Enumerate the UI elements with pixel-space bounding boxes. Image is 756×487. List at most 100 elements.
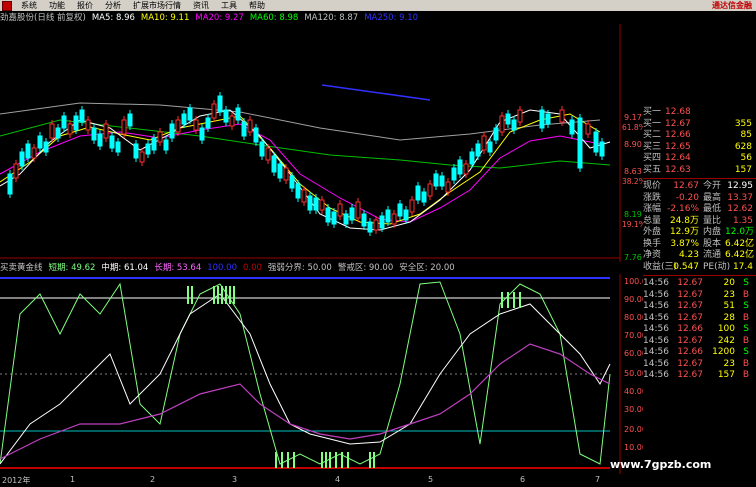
candle-body	[199, 127, 205, 141]
tick-time: 14:56	[643, 278, 669, 288]
candle-body	[585, 123, 591, 135]
candle-body	[493, 127, 499, 141]
tick-volume: 157	[717, 370, 735, 380]
quote-value2: 12.0万	[725, 227, 755, 237]
x-axis: 2012年 1 2 3 4 5 6 7	[0, 474, 620, 487]
x-tick: 2012年	[2, 476, 31, 485]
quote-key2: 内盘	[703, 227, 722, 237]
candle-body	[505, 113, 511, 125]
candle-body	[367, 221, 373, 233]
ma250-line	[321, 84, 431, 101]
menu-help[interactable]: 帮助	[243, 0, 271, 11]
price-tick: 8.90	[624, 140, 642, 149]
tick-row: 14:56 12.67 51 S	[643, 301, 756, 313]
app-icon[interactable]	[2, 0, 12, 11]
safe-zone-label: 安全区: 20.00	[399, 263, 455, 273]
candle-body	[397, 203, 403, 217]
candle-body	[403, 209, 409, 221]
tick-price: 12.67	[677, 312, 703, 323]
candle-body	[385, 209, 391, 223]
candle-body	[97, 133, 103, 147]
menu-function[interactable]: 功能	[43, 0, 71, 11]
price-tick: 8.19	[624, 210, 642, 219]
quote-key2: 最低	[703, 204, 722, 214]
quote-row: 涨跌 -0.20 最高 13.37	[643, 193, 756, 205]
menu-news[interactable]: 资讯	[187, 0, 215, 11]
tick-time: 14:56	[643, 358, 669, 369]
menu-analysis[interactable]: 分析	[99, 0, 127, 11]
candle-body	[229, 115, 235, 127]
short-term-label: 短期: 49.62	[48, 263, 96, 273]
menu-extended-market[interactable]: 扩展市场行情	[127, 0, 187, 11]
candle-body	[313, 197, 319, 211]
orderbook-label: 买二	[643, 130, 662, 140]
tick-direction: B	[742, 312, 749, 323]
tick-volume: 23	[723, 289, 735, 300]
ind-tick: 60.00	[624, 349, 643, 358]
candle-body	[241, 121, 247, 137]
candle-body	[91, 127, 97, 141]
tick-price: 12.67	[677, 278, 703, 288]
ind-tick: 20.00	[624, 425, 643, 434]
x-tick: 1	[70, 475, 76, 484]
ind-tick: 30.00	[624, 405, 643, 414]
orderbook-row: 买一 12.68	[643, 107, 756, 119]
candle-body	[13, 163, 19, 179]
candle-body	[217, 95, 223, 113]
pct-tick: 38.2%	[622, 177, 643, 186]
quote-row: 收益(三) 0.547 PE(动) 17.4	[643, 262, 756, 274]
tick-row: 14:56 12.67 242 B	[643, 336, 756, 348]
tick-price: 12.67	[677, 335, 703, 346]
orderbook-volume: 628	[734, 141, 752, 152]
candlestick-chart[interactable]: 9.17 8.90 8.63 8.19 7.76 61.8% 38.2% 19.…	[0, 24, 643, 262]
quote-row: 现价 12.67 今开 12.95	[643, 181, 756, 193]
quote-key: 净资	[643, 250, 662, 260]
candle-body	[43, 141, 49, 153]
zero-label: 100.00	[207, 263, 237, 273]
candle-body	[253, 127, 259, 143]
candle-body	[475, 143, 481, 157]
tick-price: 12.67	[677, 289, 703, 300]
quote-row: 换手 3.87% 股本 6.42亿	[643, 239, 756, 251]
tick-row: 14:56 12.66 1200 S	[643, 347, 756, 359]
tick-direction: S	[743, 301, 749, 311]
ma5-label: MA5: 8.96	[91, 13, 135, 23]
menu-quote[interactable]: 报价	[71, 0, 99, 11]
candle-body	[433, 173, 439, 187]
warning-zone-label: 警戒区: 90.00	[337, 263, 394, 273]
tick-price: 12.66	[677, 324, 703, 334]
indicator-chart[interactable]: 100.00 90.00 80.00 70.00 60.00 50.00 40.…	[0, 274, 643, 474]
tick-direction: B	[742, 289, 749, 300]
ma-legend: 劲嘉股份(日线 前复权) MA5: 8.96 MA10: 9.11 MA20: …	[0, 13, 418, 24]
tick-direction: B	[742, 358, 749, 369]
candle-body	[569, 119, 575, 135]
ind-tick: 70.00	[624, 331, 643, 340]
candle-body	[181, 113, 187, 125]
orderbook-label: 买五	[643, 164, 662, 175]
candle-body	[373, 219, 379, 231]
tick-list: 14:56 12.67 20 S 14:56 12.67 23 B 14:56 12.67 51 S 1…	[643, 278, 756, 382]
orderbook-volume: 157	[734, 164, 752, 175]
candle-body	[301, 189, 307, 203]
quote-row: 净资 4.23 流通 6.42亿	[643, 250, 756, 262]
menu-system[interactable]: 系统	[15, 0, 43, 11]
candle-body	[283, 167, 289, 181]
quote-value2: 6.42亿	[725, 250, 755, 260]
candle-body	[511, 119, 517, 131]
candle-body	[559, 109, 565, 123]
candle-body	[61, 115, 67, 129]
x-tick: 3	[232, 475, 238, 484]
ind-tick: 10.00	[624, 443, 643, 452]
orderbook-price: 12.63	[665, 164, 691, 175]
orderbook-label: 买一	[643, 118, 662, 129]
candle-body	[235, 107, 241, 121]
candle-body	[67, 123, 73, 135]
x-tick: 7	[595, 475, 601, 484]
menu-tools[interactable]: 工具	[215, 0, 243, 11]
strong-weak-label: 强弱分界: 50.00	[267, 263, 332, 273]
quote-value2: 1.35	[732, 215, 753, 226]
candle-body	[481, 135, 487, 151]
tick-price: 12.67	[677, 301, 703, 311]
orderbook-row: 买五 12.63 157	[643, 165, 756, 177]
x-tick: 4	[335, 475, 341, 484]
